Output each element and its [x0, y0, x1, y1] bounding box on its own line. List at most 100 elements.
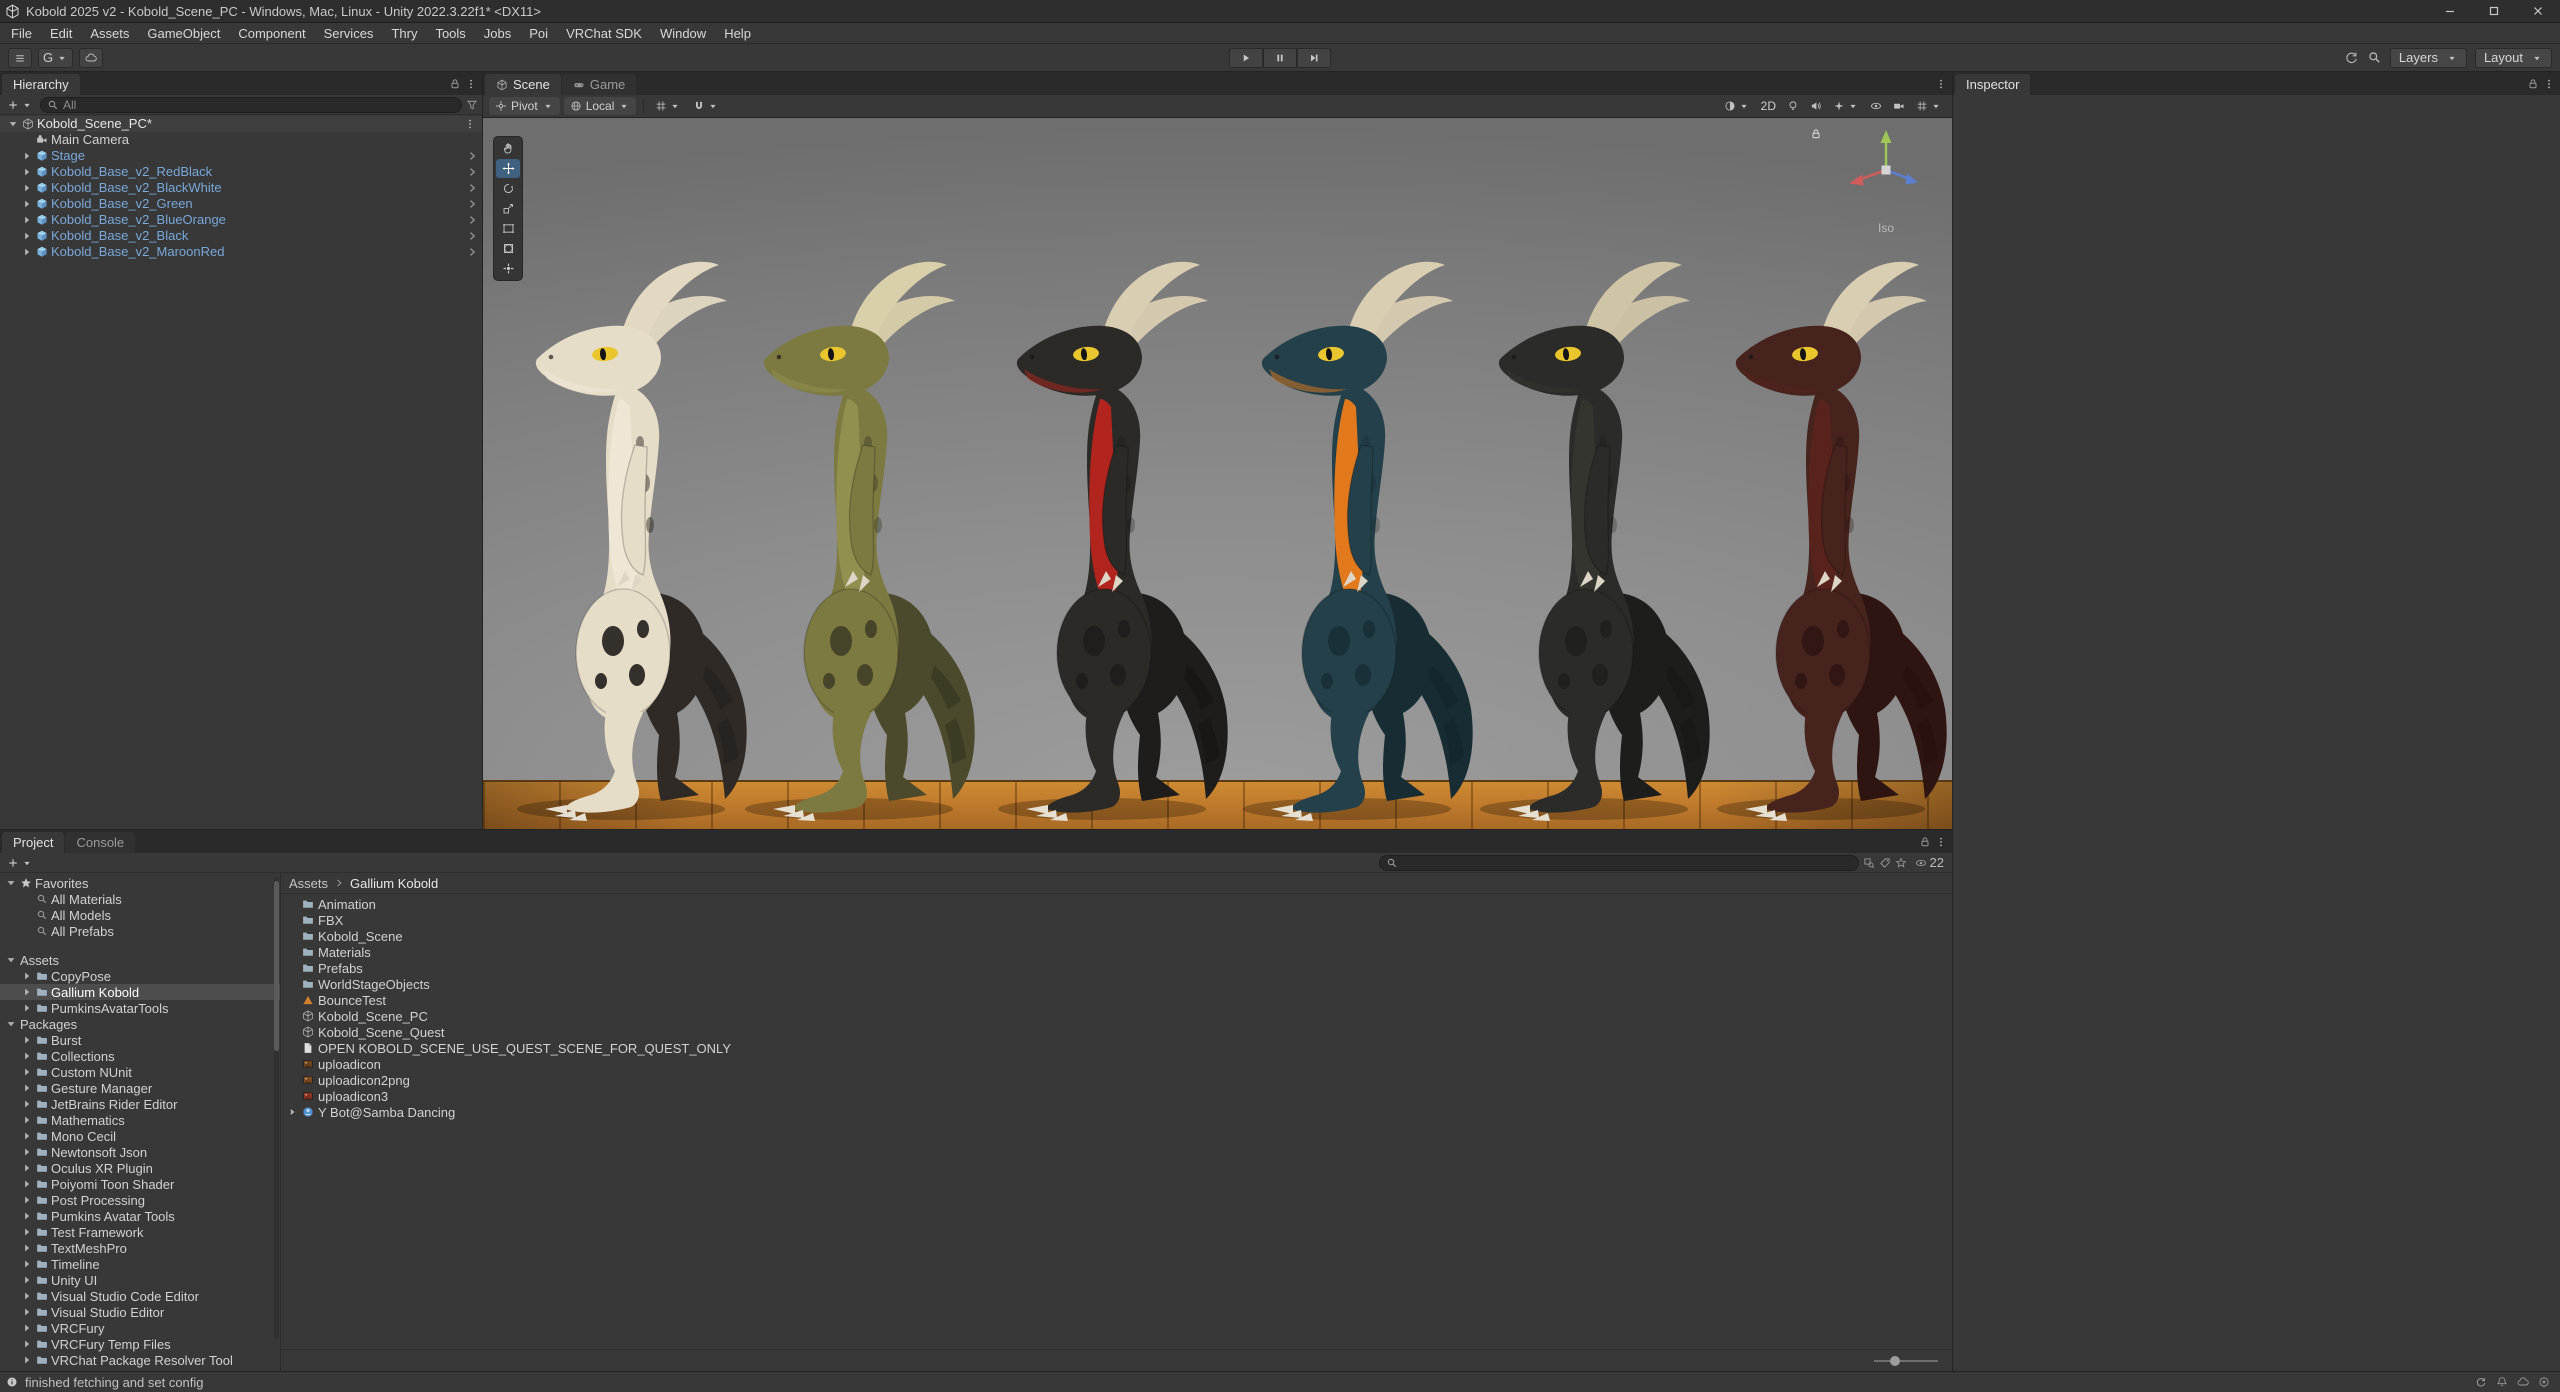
hierarchy-item-kobold-base-v2-black[interactable]: Kobold_Base_v2_Black	[0, 228, 482, 244]
scrollbar-thumb[interactable]	[274, 881, 279, 1051]
menu-file[interactable]: File	[2, 23, 41, 43]
lock-icon[interactable]	[449, 78, 461, 90]
rotate-tool-button[interactable]	[496, 179, 520, 198]
project-tree-item-poiyomi-toon-shader[interactable]: Poiyomi Toon Shader	[0, 1176, 280, 1192]
scene-options-icon[interactable]	[464, 118, 482, 130]
expand-arrow-icon[interactable]	[20, 1146, 33, 1158]
hierarchy-search-input[interactable]	[63, 98, 455, 112]
menu-services[interactable]: Services	[315, 23, 383, 43]
project-tree-item-all-materials[interactable]: All Materials	[0, 891, 280, 907]
project-tree-item-all-models[interactable]: All Models	[0, 907, 280, 923]
panel-menu-icon[interactable]	[465, 78, 477, 90]
expand-arrow-icon[interactable]	[20, 1082, 33, 1094]
tab-game[interactable]: Game	[562, 74, 636, 95]
expand-arrow-icon[interactable]	[20, 1322, 33, 1334]
status-message[interactable]: finished fetching and set config	[25, 1375, 204, 1390]
expand-arrow-icon[interactable]	[20, 986, 33, 998]
open-prefab-icon[interactable]	[466, 214, 482, 226]
lock-icon[interactable]	[1810, 128, 1822, 140]
hierarchy-search[interactable]	[40, 97, 462, 113]
asset-bouncetest[interactable]: BounceTest	[281, 992, 1952, 1008]
expand-arrow-icon[interactable]	[20, 1354, 33, 1366]
tab-console[interactable]: Console	[65, 832, 135, 853]
snap-increment-dropdown[interactable]	[689, 97, 723, 115]
project-tree-item-vrcfury[interactable]: VRCFury	[0, 1320, 280, 1336]
expand-arrow-icon[interactable]	[287, 1106, 298, 1118]
background-tasks-icon[interactable]	[2475, 1376, 2487, 1388]
expand-arrow-icon[interactable]	[20, 166, 33, 178]
hierarchy-item-kobold-base-v2-blackwhite[interactable]: Kobold_Base_v2_BlackWhite	[0, 180, 482, 196]
search-by-type-icon[interactable]	[1863, 857, 1875, 869]
open-prefab-icon[interactable]	[466, 150, 482, 162]
project-tree-item-copypose[interactable]: CopyPose	[0, 968, 280, 984]
collapse-arrow-icon[interactable]	[6, 118, 19, 130]
expand-arrow-icon[interactable]	[20, 1242, 33, 1254]
2d-toggle[interactable]: 2D	[1757, 97, 1780, 115]
panel-menu-icon[interactable]	[2543, 78, 2555, 90]
move-tool-button[interactable]	[496, 159, 520, 178]
asset-worldstageobjects[interactable]: WorldStageObjects	[281, 976, 1952, 992]
project-tree-item-post-processing[interactable]: Post Processing	[0, 1192, 280, 1208]
lock-icon[interactable]	[1919, 836, 1931, 848]
asset-kobold-scene-pc[interactable]: Kobold_Scene_PC	[281, 1008, 1952, 1024]
thumbnail-zoom-slider[interactable]	[1874, 1360, 1938, 1362]
close-button[interactable]	[2516, 0, 2560, 22]
project-tree-item-oculus-xr-plugin[interactable]: Oculus XR Plugin	[0, 1160, 280, 1176]
hierarchy-item-main-camera[interactable]: Main Camera	[0, 132, 482, 148]
expand-arrow-icon[interactable]	[20, 1338, 33, 1350]
expand-arrow-icon[interactable]	[20, 1050, 33, 1062]
expand-arrow-icon[interactable]	[20, 150, 33, 162]
expand-arrow-icon[interactable]	[20, 1226, 33, 1238]
asset-uploadicon3[interactable]: uploadicon3	[281, 1088, 1952, 1104]
handle-rotation-dropdown[interactable]: Local	[564, 97, 637, 115]
scale-tool-button[interactable]	[496, 199, 520, 218]
project-tree-item-test-framework[interactable]: Test Framework	[0, 1224, 280, 1240]
asset-prefabs[interactable]: Prefabs	[281, 960, 1952, 976]
tab-hierarchy[interactable]: Hierarchy	[2, 74, 80, 95]
play-button[interactable]	[1229, 48, 1263, 68]
menu-gameobject[interactable]: GameObject	[138, 23, 229, 43]
scene-orientation-gizmo[interactable]	[1828, 124, 1944, 216]
project-tree-item-visual-studio-editor[interactable]: Visual Studio Editor	[0, 1304, 280, 1320]
asset-y-bot-samba-dancing[interactable]: Y Bot@Samba Dancing	[281, 1104, 1952, 1120]
audio-toggle[interactable]	[1806, 97, 1826, 115]
pause-button[interactable]	[1263, 48, 1297, 68]
open-prefab-icon[interactable]	[466, 198, 482, 210]
project-tree-item-mathematics[interactable]: Mathematics	[0, 1112, 280, 1128]
project-search-input[interactable]	[1402, 856, 1852, 870]
menu-help[interactable]: Help	[715, 23, 760, 43]
asset-uploadicon[interactable]: uploadicon	[281, 1056, 1952, 1072]
search-by-label-icon[interactable]	[1879, 857, 1891, 869]
panel-menu-icon[interactable]	[1935, 78, 1947, 90]
search-icon[interactable]	[2367, 50, 2382, 65]
menu-edit[interactable]: Edit	[41, 23, 81, 43]
transform-tool-button[interactable]	[496, 239, 520, 258]
version-control-button[interactable]	[8, 48, 32, 68]
project-tree-item-all-prefabs[interactable]: All Prefabs	[0, 923, 280, 939]
maximize-button[interactable]	[2472, 0, 2516, 22]
kobold-maroonred[interactable]	[1709, 243, 1949, 823]
panel-menu-icon[interactable]	[1935, 836, 1947, 848]
tab-scene[interactable]: Scene	[485, 74, 561, 95]
project-tree-item-favorites[interactable]: Favorites	[0, 875, 280, 891]
kobold-blueorange[interactable]	[1235, 243, 1475, 823]
expand-arrow-icon[interactable]	[20, 1162, 33, 1174]
collapse-arrow-icon[interactable]	[4, 954, 17, 966]
notifications-bell-icon[interactable]	[2496, 1376, 2508, 1388]
asset-animation[interactable]: Animation	[281, 896, 1952, 912]
zoom-slider-knob[interactable]	[1890, 1356, 1900, 1366]
grid-visibility-dropdown[interactable]	[1912, 97, 1946, 115]
layers-dropdown[interactable]: Layers	[2390, 48, 2467, 68]
menu-component[interactable]: Component	[229, 23, 314, 43]
expand-arrow-icon[interactable]	[20, 1274, 33, 1286]
hierarchy-item-kobold-base-v2-redblack[interactable]: Kobold_Base_v2_RedBlack	[0, 164, 482, 180]
expand-arrow-icon[interactable]	[20, 1002, 33, 1014]
expand-arrow-icon[interactable]	[20, 1290, 33, 1302]
camera-settings-dropdown[interactable]	[1889, 97, 1909, 115]
menu-thry[interactable]: Thry	[382, 23, 426, 43]
project-tree-item-unity-ui[interactable]: Unity UI	[0, 1272, 280, 1288]
expand-arrow-icon[interactable]	[20, 230, 33, 242]
hierarchy-item-kobold-base-v2-maroonred[interactable]: Kobold_Base_v2_MaroonRed	[0, 244, 482, 260]
tab-inspector[interactable]: Inspector	[1955, 74, 2030, 95]
account-button[interactable]: G	[38, 48, 73, 68]
